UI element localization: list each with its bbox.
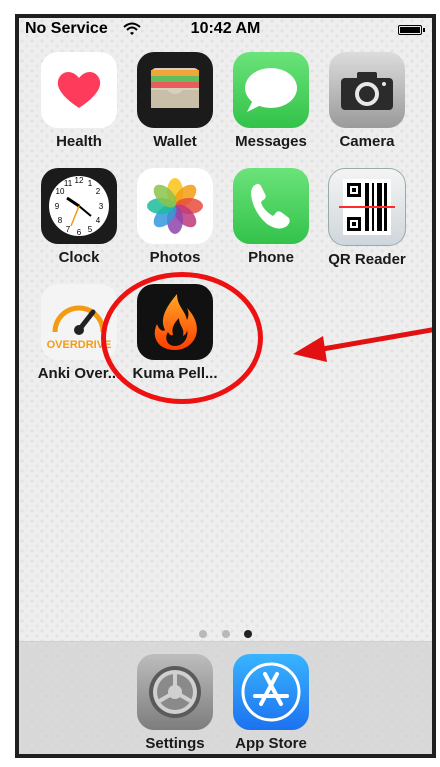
app-settings[interactable]: Settings — [127, 654, 223, 752]
app-label: Wallet — [153, 133, 197, 150]
page-dot — [221, 630, 230, 638]
app-photos[interactable]: Photos — [127, 168, 223, 266]
app-wallet[interactable]: Wallet — [127, 52, 223, 150]
svg-text:4: 4 — [96, 216, 101, 225]
app-label: Photos — [149, 249, 201, 266]
svg-text:8: 8 — [58, 216, 63, 225]
svg-text:7: 7 — [66, 225, 71, 234]
qr-reader-icon — [328, 168, 406, 246]
clock-icon: 12 1 2 3 4567 8 9 10 11 — [41, 168, 117, 244]
app-app-store[interactable]: App Store — [223, 654, 319, 752]
app-store-icon — [233, 654, 309, 730]
svg-text:1: 1 — [88, 179, 93, 188]
svg-text:11: 11 — [64, 179, 73, 188]
svg-text:6: 6 — [77, 228, 82, 237]
svg-text:2: 2 — [96, 187, 101, 196]
app-label: Messages — [235, 133, 307, 150]
settings-icon — [137, 654, 213, 730]
highlight-circle — [101, 272, 263, 404]
svg-text:5: 5 — [88, 225, 93, 234]
svg-text:9: 9 — [55, 202, 60, 211]
wallet-icon — [137, 52, 213, 128]
messages-icon — [233, 52, 309, 128]
app-messages[interactable]: Messages — [223, 52, 319, 150]
phone-screen: No Service 10:42 AM Health Wallet Messag… — [15, 14, 436, 758]
app-health[interactable]: Health — [31, 52, 127, 150]
photos-icon — [137, 168, 213, 244]
app-phone[interactable]: Phone — [223, 168, 319, 266]
app-label: Clock — [58, 249, 100, 266]
svg-text:12: 12 — [75, 176, 84, 185]
svg-text:10: 10 — [56, 187, 65, 196]
app-label: Phone — [248, 249, 294, 266]
page-dot — [199, 630, 208, 638]
app-qr-reader[interactable]: QR Reader — [319, 168, 415, 268]
app-clock[interactable]: 12 1 2 3 4567 8 9 10 11 Clock — [31, 168, 127, 266]
dock: Settings App Store — [19, 641, 432, 754]
battery-icon — [398, 25, 425, 35]
clock-time: 10:42 AM — [190, 20, 261, 37]
svg-text:3: 3 — [99, 202, 104, 211]
page-dot-active — [243, 630, 252, 638]
health-icon — [41, 52, 117, 128]
phone-icon — [233, 168, 309, 244]
camera-icon — [329, 52, 405, 128]
app-label: Health — [56, 133, 102, 150]
app-camera[interactable]: Camera — [319, 52, 415, 150]
app-label: QR Reader — [328, 251, 406, 268]
app-label: Camera — [339, 133, 395, 150]
status-bar: No Service 10:42 AM — [19, 18, 432, 42]
app-label: Settings — [145, 735, 205, 752]
app-label: App Store — [235, 735, 307, 752]
highlight-arrow — [293, 327, 432, 362]
